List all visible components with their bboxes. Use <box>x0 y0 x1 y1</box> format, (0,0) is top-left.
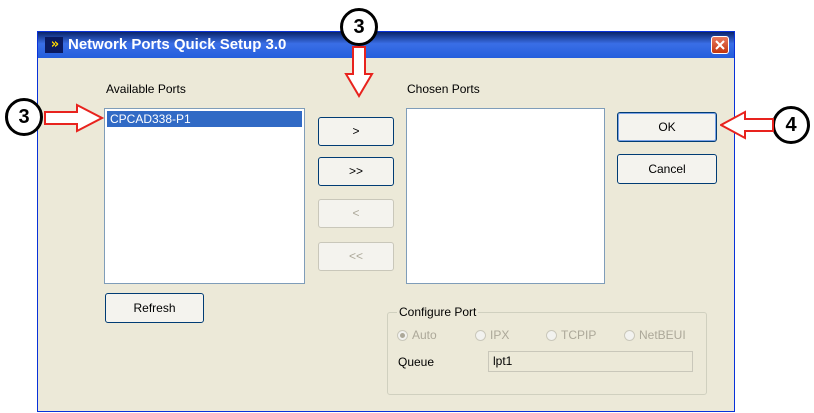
radio-ipx-label: IPX <box>490 328 510 342</box>
remove-all-ports-button[interactable]: << <box>318 242 394 271</box>
radio-auto[interactable]: Auto <box>397 328 437 342</box>
title-bar: » Network Ports Quick Setup 3.0 <box>38 32 734 58</box>
list-item[interactable]: CPCAD338-P1 <box>107 111 302 127</box>
arrow-right-icon <box>44 103 104 133</box>
app-icon: » <box>45 37 63 53</box>
callout-4-right: 4 <box>772 106 810 144</box>
radio-unselected-icon <box>624 330 635 341</box>
available-ports-label: Available Ports <box>106 82 186 96</box>
arrow-down-icon <box>344 46 374 98</box>
radio-tcpip-label: TCPIP <box>561 328 597 342</box>
radio-netbeui[interactable]: NetBEUI <box>624 328 686 342</box>
radio-unselected-icon <box>546 330 557 341</box>
add-port-button[interactable]: > <box>318 117 394 146</box>
arrow-left-icon <box>720 110 774 140</box>
queue-field[interactable]: lpt1 <box>488 351 693 372</box>
radio-unselected-icon <box>475 330 486 341</box>
ok-button[interactable]: OK <box>617 112 717 142</box>
window-title: Network Ports Quick Setup 3.0 <box>68 36 287 53</box>
radio-tcpip[interactable]: TCPIP <box>546 328 596 342</box>
queue-label: Queue <box>398 355 435 369</box>
chosen-ports-label: Chosen Ports <box>407 82 480 96</box>
radio-auto-label: Auto <box>412 328 437 342</box>
close-icon <box>715 40 725 50</box>
radio-netbeui-label: NetBEUI <box>639 328 686 342</box>
close-button[interactable] <box>711 36 729 54</box>
configure-port-group: Configure Port Auto IPX TCPIP NetBEUI Qu… <box>387 305 707 395</box>
available-ports-list[interactable]: CPCAD338-P1 <box>104 108 305 284</box>
callout-3-left: 3 <box>5 98 43 136</box>
chosen-ports-list[interactable] <box>406 108 605 284</box>
radio-ipx[interactable]: IPX <box>475 328 509 342</box>
refresh-button[interactable]: Refresh <box>105 293 204 323</box>
remove-port-button[interactable]: < <box>318 199 394 228</box>
add-all-ports-button[interactable]: >> <box>318 157 394 186</box>
configure-port-title: Configure Port <box>397 305 479 319</box>
radio-selected-icon <box>397 330 408 341</box>
cancel-button[interactable]: Cancel <box>617 154 717 184</box>
callout-3-top: 3 <box>340 8 378 46</box>
dialog-window: » Network Ports Quick Setup 3.0 Availabl… <box>37 31 735 412</box>
